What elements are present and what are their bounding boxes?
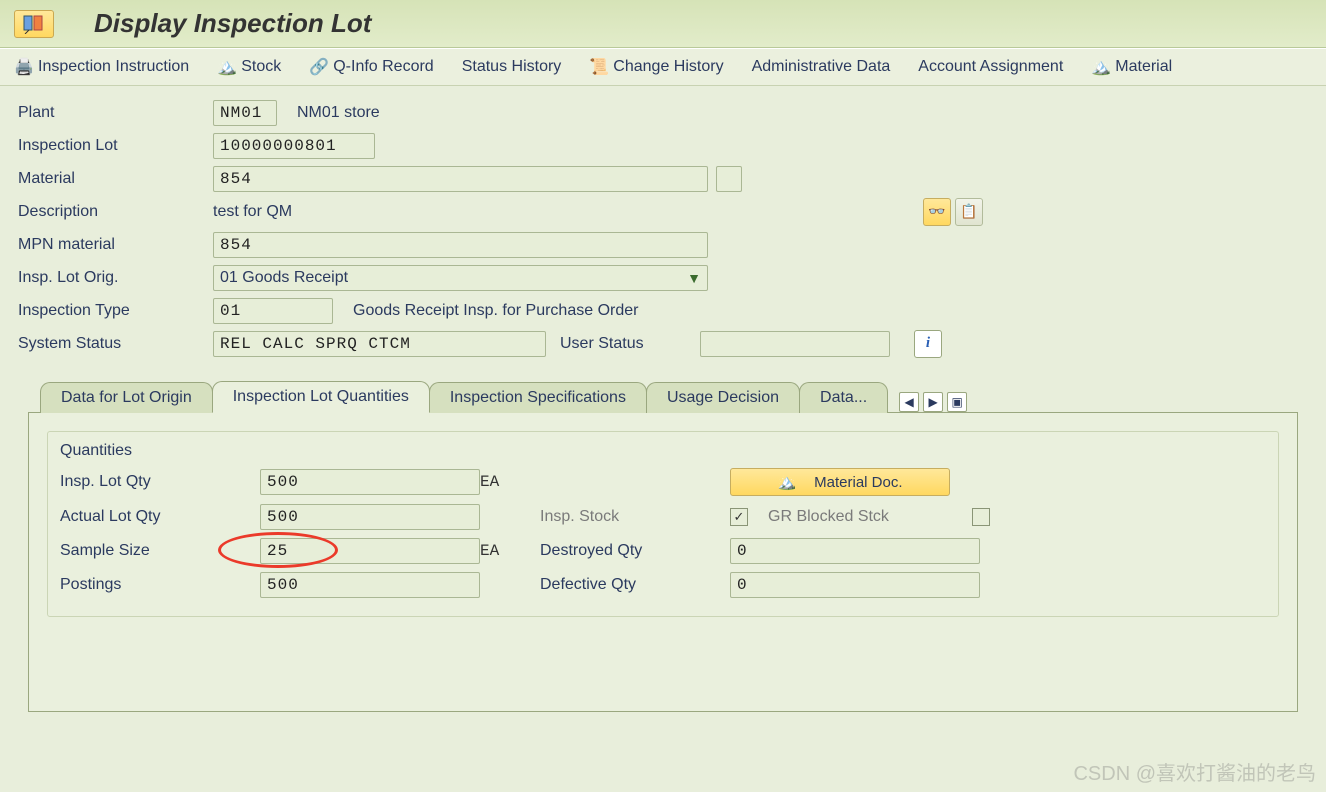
toolbar-change-history[interactable]: 📜 Change History	[589, 57, 723, 77]
header-form: Plant NM01 NM01 store Inspection Lot 100…	[0, 86, 1326, 360]
orig-label: Insp. Lot Orig.	[18, 269, 213, 287]
titlebar: Display Inspection Lot	[0, 0, 1326, 48]
toolbar-label: Status History	[462, 58, 562, 76]
toolbar-stock[interactable]: 🏔️ Stock	[217, 57, 281, 77]
tab-inspection-lot-quantities[interactable]: Inspection Lot Quantities	[212, 381, 430, 413]
tab-list-button[interactable]: ▣	[947, 392, 967, 412]
toolbar-material[interactable]: 🏔️ Material	[1091, 57, 1172, 77]
gr-blocked-label: GR Blocked Stck	[768, 508, 889, 526]
toolbar-inspection-instruction[interactable]: 🖨️ Inspection Instruction	[14, 57, 189, 77]
description-value: test for QM	[213, 203, 923, 221]
tab-data-more[interactable]: Data...	[799, 382, 888, 413]
insp-lot-qty-field[interactable]: 500	[260, 469, 480, 495]
watermark: CSDN @喜欢打酱油的老鸟	[1073, 757, 1316, 786]
destroyed-qty-label: Destroyed Qty	[540, 542, 735, 560]
unit-label: EA	[480, 542, 540, 560]
plant-name: NM01 store	[297, 104, 380, 122]
material-doc-label: Material Doc.	[814, 474, 902, 491]
defective-qty-label: Defective Qty	[540, 576, 735, 594]
chevron-right-icon: ▶	[929, 395, 938, 409]
sample-size-label: Sample Size	[60, 542, 255, 560]
qinfo-icon: 🔗	[309, 57, 329, 77]
material-icon: 🏔️	[1091, 57, 1111, 77]
postings-label: Postings	[60, 576, 255, 594]
toolbar: 🖨️ Inspection Instruction 🏔️ Stock 🔗 Q-I…	[0, 48, 1326, 86]
change-history-icon: 📜	[589, 57, 609, 77]
copy-icon: 📋	[960, 203, 977, 220]
toolbar-label: Inspection Instruction	[38, 58, 189, 76]
insp-stock-label: Insp. Stock	[540, 508, 735, 526]
sys-status-field[interactable]: REL CALC SPRQ CTCM	[213, 331, 546, 357]
toolbar-qinfo[interactable]: 🔗 Q-Info Record	[309, 57, 433, 77]
tab-list-icon: ▣	[951, 395, 962, 409]
description-label: Description	[18, 203, 213, 221]
material-doc-icon: 🏔️	[777, 473, 796, 491]
insp-stock-checkbox[interactable]: ✓	[730, 508, 748, 526]
tab-bar: Data for Lot Origin Inspection Lot Quant…	[0, 360, 1326, 412]
page-title: Display Inspection Lot	[94, 8, 371, 39]
plant-label: Plant	[18, 104, 213, 122]
stock-icon: 🏔️	[217, 57, 237, 77]
tab-prev-button[interactable]: ◀	[899, 392, 919, 412]
toolbar-label: Stock	[241, 58, 281, 76]
gr-blocked-checkbox[interactable]	[972, 508, 990, 526]
tab-usage-decision[interactable]: Usage Decision	[646, 382, 800, 413]
mpn-field[interactable]: 854	[213, 232, 708, 258]
postings-field[interactable]: 500	[260, 572, 480, 598]
user-status-field[interactable]	[700, 331, 890, 357]
mpn-label: MPN material	[18, 236, 213, 254]
dropdown-icon: ▼	[687, 270, 701, 286]
material-field[interactable]: 854	[213, 166, 708, 192]
info-button[interactable]: i	[914, 330, 942, 358]
insp-type-label: Inspection Type	[18, 302, 213, 320]
material-extra-field[interactable]	[716, 166, 742, 192]
user-status-label: User Status	[560, 335, 700, 353]
app-icon[interactable]	[14, 10, 54, 38]
toolbar-account-assignment[interactable]: Account Assignment	[918, 58, 1063, 76]
quantities-group: Quantities Insp. Lot Qty 500 EA 🏔️ Mater…	[47, 431, 1279, 617]
print-icon: 🖨️	[14, 57, 34, 77]
unit-label: EA	[480, 473, 540, 491]
toolbar-status-history[interactable]: Status History	[462, 58, 562, 76]
plant-field[interactable]: NM01	[213, 100, 277, 126]
toolbar-label: Change History	[613, 58, 723, 76]
material-doc-button[interactable]: 🏔️ Material Doc.	[730, 468, 950, 496]
material-label: Material	[18, 170, 213, 188]
info-icon: i	[926, 335, 930, 352]
insp-lot-field[interactable]: 10000000801	[213, 133, 375, 159]
tab-next-button[interactable]: ▶	[923, 392, 943, 412]
defective-qty-field[interactable]: 0	[730, 572, 980, 598]
orig-value: 01 Goods Receipt	[220, 269, 348, 287]
tab-content: Quantities Insp. Lot Qty 500 EA 🏔️ Mater…	[28, 412, 1298, 712]
insp-type-text: Goods Receipt Insp. for Purchase Order	[353, 302, 638, 320]
orig-dropdown[interactable]: 01 Goods Receipt ▼	[213, 265, 708, 291]
tab-inspection-specifications[interactable]: Inspection Specifications	[429, 382, 647, 413]
tab-nav: ◀ ▶ ▣	[899, 392, 967, 412]
toolbar-admin-data[interactable]: Administrative Data	[752, 58, 891, 76]
tab-data-lot-origin[interactable]: Data for Lot Origin	[40, 382, 213, 413]
chevron-left-icon: ◀	[905, 395, 914, 409]
toolbar-label: Material	[1115, 58, 1172, 76]
actual-lot-qty-field[interactable]: 500	[260, 504, 480, 530]
insp-lot-qty-label: Insp. Lot Qty	[60, 473, 255, 491]
glasses-icon: 👓	[928, 203, 945, 220]
copy-button[interactable]: 📋	[955, 198, 983, 226]
toolbar-label: Administrative Data	[752, 58, 891, 76]
glasses-button[interactable]: 👓	[923, 198, 951, 226]
destroyed-qty-field[interactable]: 0	[730, 538, 980, 564]
insp-lot-label: Inspection Lot	[18, 137, 213, 155]
sys-status-label: System Status	[18, 335, 213, 353]
toolbar-label: Account Assignment	[918, 58, 1063, 76]
quantities-title: Quantities	[60, 442, 1266, 460]
sample-size-field[interactable]: 25	[260, 538, 480, 564]
insp-type-field[interactable]: 01	[213, 298, 333, 324]
actual-lot-qty-label: Actual Lot Qty	[60, 508, 255, 526]
toolbar-label: Q-Info Record	[333, 58, 433, 76]
